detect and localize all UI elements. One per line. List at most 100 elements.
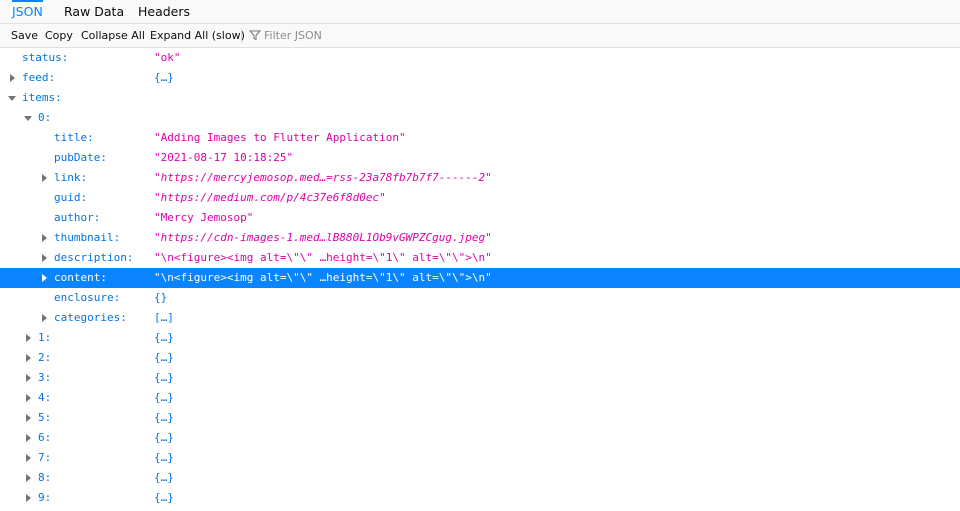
row-key: author:	[54, 211, 101, 224]
expand-arrow-icon[interactable]	[26, 354, 31, 362]
tree-row-title[interactable]: title: "Adding Images to Flutter Applica…	[0, 128, 960, 148]
tab-bar: JSON Raw Data Headers	[0, 0, 960, 24]
tree-row-pubdate[interactable]: pubDate: "2021-08-17 10:18:25"	[0, 148, 960, 168]
tree-row-enclosure[interactable]: enclosure: {}	[0, 288, 960, 308]
tree-row-description[interactable]: description: "\n<figure><img alt=\"\" …h…	[0, 248, 960, 268]
tab-raw-data-label: Raw Data	[64, 4, 125, 19]
tree-row-items[interactable]: items:	[0, 88, 960, 108]
expand-arrow-icon[interactable]	[26, 334, 31, 342]
row-value: […]	[154, 311, 174, 324]
row-key: feed:	[22, 71, 56, 84]
tree-row-categories[interactable]: categories: […]	[0, 308, 960, 328]
tree-row-feed[interactable]: feed: {…}	[0, 68, 960, 88]
copy-button[interactable]: Copy	[45, 24, 73, 47]
tree-row-item-1[interactable]: 1: {…}	[0, 328, 960, 348]
row-key: 0:	[38, 111, 52, 124]
expand-arrow-icon[interactable]	[42, 234, 47, 242]
row-key: thumbnail:	[54, 231, 121, 244]
collapse-all-button[interactable]: Collapse All	[81, 24, 145, 47]
tree-row-item-5[interactable]: 5: {…}	[0, 408, 960, 428]
tree-row-link[interactable]: link: "https://mercyjemosop.med…=rss-23a…	[0, 168, 960, 188]
row-value: {}	[154, 291, 168, 304]
row-value: {…}	[154, 391, 174, 404]
expand-arrow-icon[interactable]	[26, 394, 31, 402]
expand-all-button[interactable]: Expand All (slow)	[150, 24, 245, 47]
row-value: "Mercy Jemosop"	[154, 211, 254, 224]
row-value: {…}	[154, 411, 174, 424]
row-key: 9:	[38, 491, 52, 504]
row-value: {…}	[154, 471, 174, 484]
row-value: {…}	[154, 431, 174, 444]
row-value: {…}	[154, 451, 174, 464]
tree-row-item-2[interactable]: 2: {…}	[0, 348, 960, 368]
row-value: {…}	[154, 491, 174, 504]
row-key: 2:	[38, 351, 52, 364]
row-key: 8:	[38, 471, 52, 484]
collapse-arrow-icon[interactable]	[8, 96, 16, 101]
expand-arrow-icon[interactable]	[42, 314, 47, 322]
toolbar-divider	[241, 28, 242, 43]
expand-arrow-icon[interactable]	[26, 434, 31, 442]
expand-arrow-icon[interactable]	[26, 494, 31, 502]
tree-row-item-3[interactable]: 3: {…}	[0, 368, 960, 388]
row-key: 6:	[38, 431, 52, 444]
row-value: "\n<figure><img alt=\"\" …height=\"1\" a…	[154, 251, 492, 264]
expand-arrow-icon[interactable]	[42, 274, 47, 282]
tree-row-guid[interactable]: guid: "https://medium.com/p/4c37e6f8d0ec…	[0, 188, 960, 208]
expand-arrow-icon[interactable]	[42, 174, 47, 182]
json-tree: status: "ok" feed: {…} items: 0: title: …	[0, 48, 960, 508]
row-value: "https://cdn-images-1.med…lB880L1Ob9vGWP…	[154, 231, 492, 244]
row-value: {…}	[154, 371, 174, 384]
tree-row-content[interactable]: content: "\n<figure><img alt=\"\" …heigh…	[0, 268, 960, 288]
row-key: description:	[54, 251, 134, 264]
row-key: guid:	[54, 191, 88, 204]
tab-json-label: JSON	[12, 4, 43, 19]
row-key: 5:	[38, 411, 52, 424]
row-key: title:	[54, 131, 94, 144]
tree-row-item-8[interactable]: 8: {…}	[0, 468, 960, 488]
tab-headers-label: Headers	[138, 4, 191, 19]
expand-arrow-icon[interactable]	[26, 474, 31, 482]
tab-raw-data[interactable]: Raw Data	[64, 0, 124, 24]
tree-row-item-9[interactable]: 9: {…}	[0, 488, 960, 508]
row-key: 7:	[38, 451, 52, 464]
row-value: "Adding Images to Flutter Application"	[154, 131, 406, 144]
tree-row-author[interactable]: author: "Mercy Jemosop"	[0, 208, 960, 228]
row-value: {…}	[154, 351, 174, 364]
tab-json[interactable]: JSON	[12, 0, 43, 24]
row-value: "2021-08-17 10:18:25"	[154, 151, 294, 164]
tree-row-item-4[interactable]: 4: {…}	[0, 388, 960, 408]
tab-headers[interactable]: Headers	[138, 0, 190, 24]
tree-row-item-7[interactable]: 7: {…}	[0, 448, 960, 468]
row-key: status:	[22, 51, 69, 64]
row-key: content:	[54, 271, 107, 284]
save-button[interactable]: Save	[11, 24, 38, 47]
tree-row-item-0[interactable]: 0:	[0, 108, 960, 128]
row-key: enclosure:	[54, 291, 121, 304]
row-key: 4:	[38, 391, 52, 404]
expand-arrow-icon[interactable]	[42, 254, 47, 262]
tree-row-item-6[interactable]: 6: {…}	[0, 428, 960, 448]
row-value: "https://mercyjemosop.med…=rss-23a78fb7b…	[154, 171, 492, 184]
row-value: "ok"	[154, 51, 181, 64]
row-key: categories:	[54, 311, 127, 324]
row-value: {…}	[154, 71, 174, 84]
expand-arrow-icon[interactable]	[26, 414, 31, 422]
row-value: {…}	[154, 331, 174, 344]
expand-arrow-icon[interactable]	[26, 374, 31, 382]
row-key: items:	[22, 91, 62, 104]
tree-row-thumbnail[interactable]: thumbnail: "https://cdn-images-1.med…lB8…	[0, 228, 960, 248]
filter-icon	[248, 30, 262, 41]
row-key: 3:	[38, 371, 52, 384]
row-key: link:	[54, 171, 88, 184]
toolbar: Save Copy Collapse All Expand All (slow)	[0, 24, 960, 48]
expand-arrow-icon[interactable]	[26, 454, 31, 462]
row-value: "\n<figure><img alt=\"\" …height=\"1\" a…	[154, 271, 492, 284]
filter-json-input[interactable]	[264, 25, 514, 46]
row-value: "https://medium.com/p/4c37e6f8d0ec"	[154, 191, 386, 204]
row-key: pubDate:	[54, 151, 107, 164]
collapse-arrow-icon[interactable]	[24, 116, 32, 121]
row-key: 1:	[38, 331, 52, 344]
expand-arrow-icon[interactable]	[10, 74, 15, 82]
tree-row-status[interactable]: status: "ok"	[0, 48, 960, 68]
